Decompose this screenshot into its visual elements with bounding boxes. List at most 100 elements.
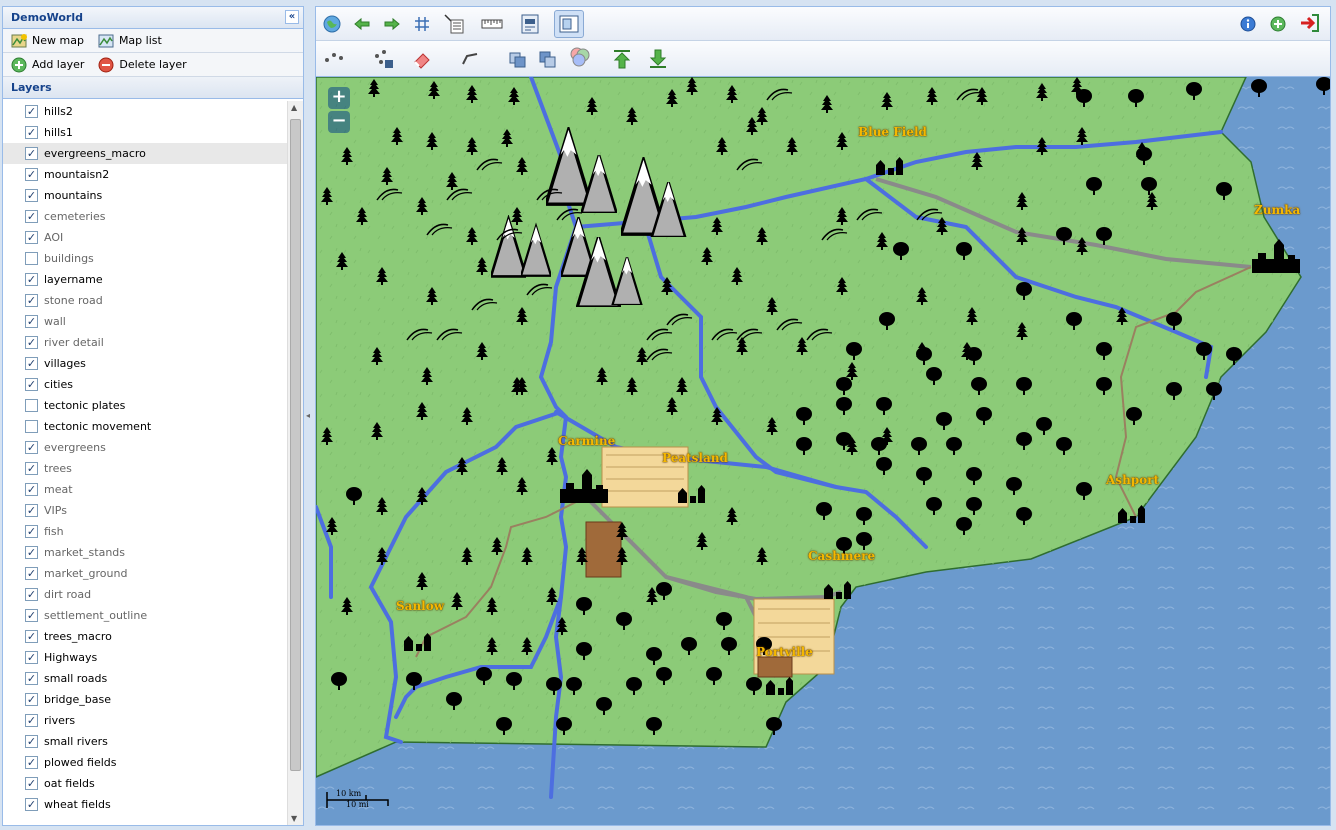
move-layer-up-button[interactable] xyxy=(610,47,634,71)
layer-visibility-checkbox[interactable]: ✓ xyxy=(25,315,38,328)
layer-row[interactable]: ✓ mountaisn2 xyxy=(3,164,289,185)
layer-row[interactable]: ✓ evergreens_macro xyxy=(3,143,289,164)
layer-row[interactable]: tectonic movement xyxy=(3,416,289,437)
layer-visibility-checkbox[interactable]: ✓ xyxy=(25,147,38,160)
eraser-button[interactable] xyxy=(410,47,434,71)
collapse-sidebar-button[interactable]: « xyxy=(285,10,299,24)
layer-visibility-checkbox[interactable]: ✓ xyxy=(25,525,38,538)
map-canvas[interactable]: + − Blue Field Zumka Carmine Peatsland A… xyxy=(316,77,1330,825)
scrollbar-thumb[interactable] xyxy=(290,119,301,771)
layer-row[interactable]: ✓ meat xyxy=(3,479,289,500)
layer-row[interactable]: ✓ plowed fields xyxy=(3,752,289,773)
layer-visibility-checkbox[interactable]: ✓ xyxy=(25,462,38,475)
map-view-toggle[interactable] xyxy=(554,10,584,38)
about-button[interactable] xyxy=(1236,12,1260,36)
layer-visibility-checkbox[interactable]: ✓ xyxy=(25,714,38,727)
layer-row[interactable]: ✓ rivers xyxy=(3,710,289,731)
layer-row[interactable]: tectonic plates xyxy=(3,395,289,416)
layer-row[interactable]: buildings xyxy=(3,248,289,269)
layer-row[interactable]: ✓ trees xyxy=(3,458,289,479)
layer-row[interactable]: ✓ villages xyxy=(3,353,289,374)
layer-row[interactable]: ✓ hills1 xyxy=(3,122,289,143)
color-buffer-button[interactable] xyxy=(568,45,592,69)
layer-visibility-checkbox[interactable] xyxy=(25,252,38,265)
layer-visibility-checkbox[interactable]: ✓ xyxy=(25,357,38,370)
layer-visibility-checkbox[interactable]: ✓ xyxy=(25,798,38,811)
feature-info-button[interactable] xyxy=(442,12,466,36)
layer-row[interactable]: ✓ hills2 xyxy=(3,101,289,122)
next-extent-button[interactable] xyxy=(380,12,404,36)
delete-layer-button[interactable]: Delete layer xyxy=(98,57,187,73)
layer-visibility-checkbox[interactable]: ✓ xyxy=(25,735,38,748)
map-list-button[interactable]: Map list xyxy=(98,33,162,49)
layer-visibility-checkbox[interactable]: ✓ xyxy=(25,210,38,223)
layer-visibility-checkbox[interactable]: ✓ xyxy=(25,168,38,181)
layer-row[interactable]: ✓ settlement_outline xyxy=(3,605,289,626)
add-button[interactable] xyxy=(1266,12,1290,36)
layer-visibility-checkbox[interactable]: ✓ xyxy=(25,441,38,454)
layer-row[interactable]: ✓ small roads xyxy=(3,668,289,689)
intersect-button[interactable] xyxy=(506,47,530,71)
logout-button[interactable] xyxy=(1298,11,1322,35)
layer-visibility-checkbox[interactable]: ✓ xyxy=(25,651,38,664)
layer-visibility-checkbox[interactable]: ✓ xyxy=(25,630,38,643)
layer-visibility-checkbox[interactable]: ✓ xyxy=(25,756,38,769)
layer-visibility-checkbox[interactable]: ✓ xyxy=(25,483,38,496)
layer-visibility-checkbox[interactable]: ✓ xyxy=(25,126,38,139)
layer-row[interactable]: ✓ small rivers xyxy=(3,731,289,752)
previous-extent-button[interactable] xyxy=(350,12,374,36)
layer-row[interactable]: ✓ cities xyxy=(3,374,289,395)
layer-visibility-checkbox[interactable]: ✓ xyxy=(25,105,38,118)
grid-button[interactable] xyxy=(410,12,434,36)
draw-points-button[interactable] xyxy=(322,47,346,71)
layer-visibility-checkbox[interactable]: ✓ xyxy=(25,189,38,202)
layer-visibility-checkbox[interactable]: ✓ xyxy=(25,231,38,244)
measure-button[interactable] xyxy=(480,12,504,36)
panel-splitter[interactable]: ◂ xyxy=(304,6,312,826)
union-button[interactable] xyxy=(536,47,560,71)
layer-row[interactable]: ✓ bridge_base xyxy=(3,689,289,710)
layer-visibility-checkbox[interactable]: ✓ xyxy=(25,336,38,349)
new-map-button[interactable]: New map xyxy=(11,33,84,49)
layer-row[interactable]: ✓ layername xyxy=(3,269,289,290)
map-svg[interactable] xyxy=(316,77,1330,825)
scroll-down-icon[interactable]: ▼ xyxy=(291,814,297,823)
layer-row[interactable]: ✓ AOI xyxy=(3,227,289,248)
layer-visibility-checkbox[interactable]: ✓ xyxy=(25,588,38,601)
layer-visibility-checkbox[interactable]: ✓ xyxy=(25,567,38,580)
layer-visibility-checkbox[interactable] xyxy=(25,420,38,433)
layer-row[interactable]: ✓ market_ground xyxy=(3,563,289,584)
layer-row[interactable]: ✓ evergreens xyxy=(3,437,289,458)
layer-row[interactable]: ✓ mountains xyxy=(3,185,289,206)
layer-visibility-checkbox[interactable]: ✓ xyxy=(25,609,38,622)
layer-visibility-checkbox[interactable] xyxy=(25,399,38,412)
layer-row[interactable]: ✓ river detail xyxy=(3,332,289,353)
move-points-button[interactable] xyxy=(372,47,396,71)
layer-visibility-checkbox[interactable]: ✓ xyxy=(25,777,38,790)
layer-row[interactable]: ✓ VIPs xyxy=(3,500,289,521)
scroll-up-icon[interactable]: ▲ xyxy=(291,103,297,112)
draw-line-button[interactable] xyxy=(458,47,482,71)
layer-row[interactable]: ✓ wall xyxy=(3,311,289,332)
add-layer-button[interactable]: Add layer xyxy=(11,57,84,73)
layer-row[interactable]: ✓ wheat fields xyxy=(3,794,289,815)
layer-row[interactable]: ✓ Highways xyxy=(3,647,289,668)
layer-visibility-checkbox[interactable]: ✓ xyxy=(25,294,38,307)
layer-visibility-checkbox[interactable]: ✓ xyxy=(25,546,38,559)
splitter-handle-icon[interactable]: ◂ xyxy=(306,411,310,420)
layer-row[interactable]: ✓ fish xyxy=(3,521,289,542)
layer-editor-button[interactable] xyxy=(518,12,542,36)
globe-button[interactable] xyxy=(320,12,344,36)
layer-visibility-checkbox[interactable]: ✓ xyxy=(25,672,38,685)
layer-row[interactable]: ✓ oat fields xyxy=(3,773,289,794)
zoom-out-button[interactable]: − xyxy=(328,111,350,133)
layer-visibility-checkbox[interactable]: ✓ xyxy=(25,378,38,391)
layer-row[interactable]: ✓ market_stands xyxy=(3,542,289,563)
layer-visibility-checkbox[interactable]: ✓ xyxy=(25,504,38,517)
layer-list-scrollbar[interactable]: ▲ ▼ xyxy=(287,101,303,825)
zoom-in-button[interactable]: + xyxy=(328,87,350,109)
layer-visibility-checkbox[interactable]: ✓ xyxy=(25,273,38,286)
layer-row[interactable]: ✓ trees_macro xyxy=(3,626,289,647)
layer-row[interactable]: ✓ cemeteries xyxy=(3,206,289,227)
layer-row[interactable]: ✓ dirt road xyxy=(3,584,289,605)
